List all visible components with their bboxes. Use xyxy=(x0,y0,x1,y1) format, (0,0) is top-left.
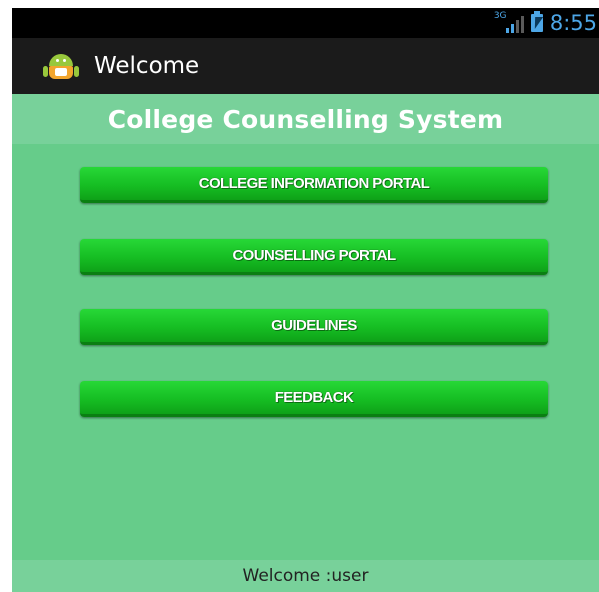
android-icon[interactable] xyxy=(43,51,79,81)
signal-bar xyxy=(515,20,519,33)
phone-screen: 3G 8:55 Welcome College Counselling Syst… xyxy=(12,8,599,592)
footer-bar: Welcome :user xyxy=(12,560,599,592)
signal-bars xyxy=(505,16,524,33)
battery-icon xyxy=(530,11,544,32)
action-bar-title: Welcome xyxy=(94,53,200,79)
status-clock: 8:55 xyxy=(549,11,597,35)
charging-bolt-icon xyxy=(530,17,544,29)
button-label: COLLEGE INFORMATION PORTAL xyxy=(198,175,430,192)
page-title: College Counselling System xyxy=(107,104,504,134)
signal-bar xyxy=(505,28,509,33)
button-label: FEEDBACK xyxy=(274,389,354,406)
network-type-label: 3G xyxy=(493,11,507,21)
welcome-user-text: Welcome :user xyxy=(242,566,369,586)
action-bar: Welcome xyxy=(12,38,599,94)
button-label: COUNSELLING PORTAL xyxy=(232,247,396,264)
feedback-button[interactable]: FEEDBACK xyxy=(80,381,548,417)
button-label: GUIDELINES xyxy=(271,317,357,334)
status-icons: 3G 8:55 xyxy=(494,8,597,38)
counselling-portal-button[interactable]: COUNSELLING PORTAL xyxy=(80,239,548,275)
signal-bar xyxy=(510,24,514,33)
guidelines-button[interactable]: GUIDELINES xyxy=(80,309,548,345)
college-information-portal-button[interactable]: COLLEGE INFORMATION PORTAL xyxy=(80,167,548,203)
header-band: College Counselling System xyxy=(12,94,599,144)
status-bar: 3G 8:55 xyxy=(12,8,599,38)
signal-bar xyxy=(520,16,524,33)
signal-icon: 3G xyxy=(494,12,524,34)
